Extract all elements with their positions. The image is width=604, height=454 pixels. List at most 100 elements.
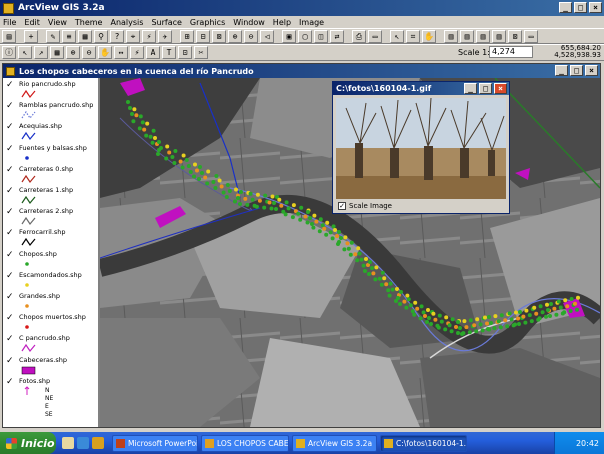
image-tool-icon[interactable]: ▭ [524, 29, 538, 43]
pointer-tool-icon[interactable]: ↖ [18, 46, 32, 59]
menu-theme[interactable]: Theme [75, 18, 103, 27]
image-view-2-icon[interactable]: ▥ [460, 29, 474, 43]
view-close-button[interactable]: × [585, 65, 598, 76]
app-title-bar[interactable]: ArcView GIS 3.2a _ □ × [0, 0, 604, 16]
quick-launch-folder-icon[interactable] [62, 437, 74, 449]
edit-legend-icon[interactable]: ≡ [62, 29, 76, 43]
legend-item[interactable]: ✓ Fuentes y balsas.shp [5, 144, 98, 165]
zoom-in-icon[interactable]: ⊕ [228, 29, 242, 43]
taskbar-item-photo[interactable]: C:\fotos\160104-1.gif [380, 434, 467, 452]
menu-window[interactable]: Window [233, 18, 265, 27]
legend-item[interactable]: ✓ Cabeceras.shp [5, 356, 98, 377]
zoom-active-icon[interactable]: ⊟ [196, 29, 210, 43]
layout-icon[interactable]: ▭ [368, 29, 382, 43]
legend-visibility-checkbox[interactable]: ✓ [6, 335, 15, 344]
taskbar-item-powerpoint[interactable]: Microsoft PowerPoint ... [112, 434, 198, 452]
snap-tool-icon[interactable]: ✂ [194, 46, 208, 59]
theme-properties-icon[interactable]: ✎ [46, 29, 60, 43]
legend-visibility-checkbox[interactable]: ✓ [6, 165, 15, 175]
label-tool-icon[interactable]: A [146, 46, 160, 59]
legend-item[interactable]: ✓ Carreteras 1.shp [5, 186, 98, 207]
legend-visibility-checkbox[interactable]: ✓ [6, 314, 15, 323]
clear-selection-icon[interactable]: ▢ [298, 29, 312, 43]
measure-tool-icon[interactable]: ↔ [114, 46, 128, 59]
save-icon[interactable]: ▤ [2, 29, 16, 43]
photo-title-bar[interactable]: C:\fotos\160104-1.gif _ □ × [333, 82, 509, 95]
menu-graphics[interactable]: Graphics [190, 18, 225, 27]
find-icon[interactable]: ⚲ [94, 29, 108, 43]
menu-edit[interactable]: Edit [24, 18, 40, 27]
scale-image-checkbox[interactable]: ✓ [338, 202, 346, 210]
table-of-contents[interactable]: ✓ Rio pancrudo.shp ✓ Ramblas pancrudo.shp ✓ A… [3, 78, 100, 427]
menu-help[interactable]: Help [273, 18, 291, 27]
scale-input[interactable]: 4,274 [489, 46, 533, 58]
legend-item[interactable]: ✓ Chopos muertos.shp [5, 313, 98, 334]
zoom-full-icon[interactable]: ⊞ [180, 29, 194, 43]
select-tool-icon[interactable]: ▦ [50, 46, 64, 59]
zoom-out-tool-icon[interactable]: ⊖ [82, 46, 96, 59]
legend-visibility-checkbox[interactable]: ✓ [6, 208, 15, 217]
legend-item[interactable]: ✓ C pancrudo.shp [5, 334, 98, 355]
minimize-button[interactable]: _ [559, 2, 572, 13]
menu-analysis[interactable]: Analysis [110, 18, 143, 27]
vertex-edit-icon[interactable]: ⌗ [406, 29, 420, 43]
legend-visibility-checkbox[interactable]: ✓ [6, 144, 15, 154]
taskbar-item-arcview[interactable]: ArcView GIS 3.2a [292, 434, 377, 452]
legend-item[interactable]: ✓ Ramblas pancrudo.shp [5, 101, 98, 122]
hotlink-icon[interactable]: ⚡ [142, 29, 156, 43]
print-icon[interactable]: ⎙ [352, 29, 366, 43]
text-tool-icon[interactable]: T [162, 46, 176, 59]
close-button[interactable]: × [589, 2, 602, 13]
legend-item[interactable]: ✓ Rio pancrudo.shp [5, 80, 98, 101]
legend-item[interactable]: ✓ Carreteras 0.shp [5, 165, 98, 186]
measure-icon[interactable]: ✈ [158, 29, 172, 43]
legend-item[interactable]: ✓ Acequias.shp [5, 122, 98, 143]
pan-icon[interactable]: ✋ [422, 29, 436, 43]
menu-surface[interactable]: Surface [151, 18, 181, 27]
photo-minimize-button[interactable]: _ [464, 83, 477, 94]
zoom-previous-icon[interactable]: ◁ [260, 29, 274, 43]
menu-image[interactable]: Image [299, 18, 324, 27]
select-graphics-icon[interactable]: ▣ [282, 29, 296, 43]
legend-item[interactable]: ✓ Escamondados.shp [5, 271, 98, 292]
legend-visibility-checkbox[interactable]: ✓ [6, 123, 15, 132]
legend-visibility-checkbox[interactable]: ✓ [6, 293, 15, 302]
query-builder-icon[interactable]: ? [110, 29, 124, 43]
locate-address-icon[interactable]: ⌖ [126, 29, 140, 43]
select-features-icon[interactable]: ◫ [314, 29, 328, 43]
taskbar-item-chopos[interactable]: LOS CHOPOS CABEC... [201, 434, 289, 452]
legend-visibility-checkbox[interactable]: ✓ [6, 356, 15, 366]
zoom-selected-icon[interactable]: ⊠ [212, 29, 226, 43]
quick-launch-ie-icon[interactable] [77, 437, 89, 449]
legend-item[interactable]: ✓ Ferrocarril.shp [5, 228, 98, 249]
image-view-3-icon[interactable]: ▥ [476, 29, 490, 43]
menu-view[interactable]: View [48, 18, 67, 27]
view-maximize-button[interactable]: □ [570, 65, 583, 76]
legend-visibility-checkbox[interactable]: ✓ [6, 377, 15, 387]
image-view-1-icon[interactable]: ▥ [444, 29, 458, 43]
image-view-4-icon[interactable]: ▥ [492, 29, 506, 43]
legend-visibility-checkbox[interactable]: ✓ [6, 250, 15, 260]
photo-close-button[interactable]: × [494, 83, 507, 94]
legend-item[interactable]: ✓ Chopos.shp [5, 250, 98, 271]
zoom-out-icon[interactable]: ⊖ [244, 29, 258, 43]
photo-maximize-button[interactable]: □ [479, 83, 492, 94]
add-theme-icon[interactable]: + [24, 29, 38, 43]
view-title-bar[interactable]: Los chopos cabeceros en la cuenca del rí… [3, 64, 600, 78]
scale-image-option[interactable]: ✓ Scale Image [338, 202, 392, 210]
legend-visibility-checkbox[interactable]: ✓ [6, 81, 15, 90]
menu-file[interactable]: File [3, 18, 16, 27]
image-close-icon[interactable]: ⊠ [508, 29, 522, 43]
legend-item[interactable]: ✓ Grandes.shp [5, 292, 98, 313]
switch-selection-icon[interactable]: ⇄ [330, 29, 344, 43]
view-minimize-button[interactable]: _ [555, 65, 568, 76]
vertex-tool-icon[interactable]: ↗ [34, 46, 48, 59]
start-button[interactable]: Inicio [0, 432, 56, 454]
hotlink-tool-icon[interactable]: ⚡ [130, 46, 144, 59]
legend-visibility-checkbox[interactable]: ✓ [6, 229, 15, 238]
legend-visibility-checkbox[interactable]: ✓ [6, 187, 15, 196]
legend-visibility-checkbox[interactable]: ✓ [6, 271, 15, 281]
identify-icon[interactable]: ⓘ [2, 46, 16, 59]
legend-visibility-checkbox[interactable]: ✓ [6, 102, 15, 111]
maximize-button[interactable]: □ [574, 2, 587, 13]
